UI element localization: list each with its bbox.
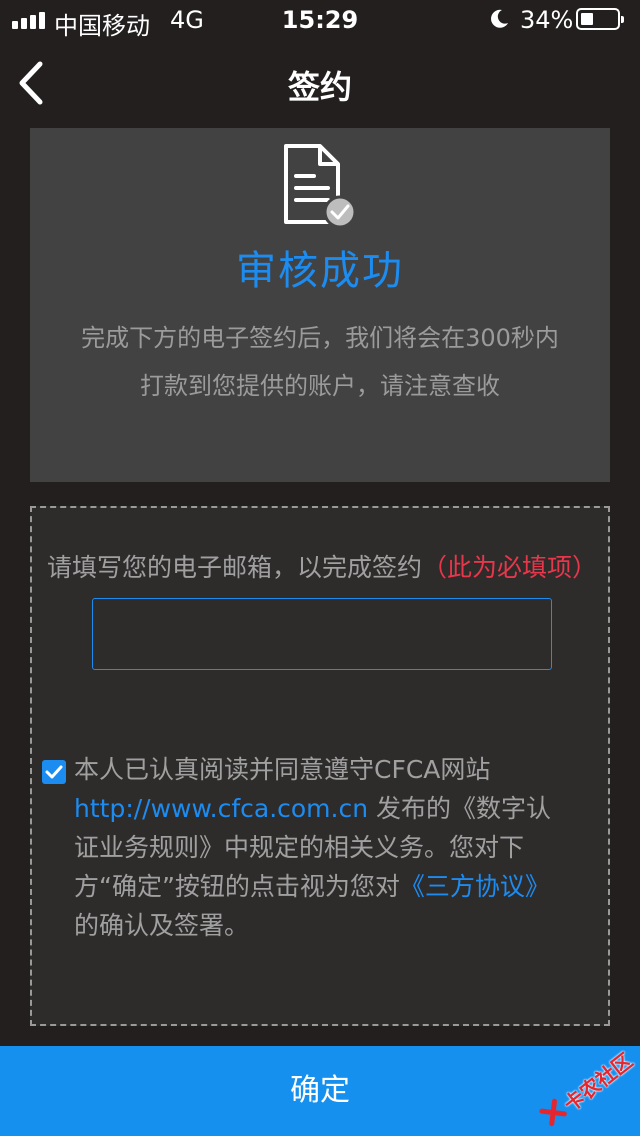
tripartite-agreement-link[interactable]: 《三方协议》 [400, 872, 550, 901]
agreement-text-part: 的确认及签署。 [74, 911, 250, 940]
nav-bar: 签约 [0, 40, 640, 128]
battery-percent: 34% [520, 6, 574, 34]
watermark-text: 卡农社区 [559, 1048, 638, 1117]
description-line: 打款到您提供的账户，请注意查收 [140, 372, 500, 400]
email-input[interactable] [92, 598, 552, 670]
document-check-icon [284, 144, 357, 229]
email-prompt-text: 请填写您的电子邮箱，以完成签约 [46, 553, 422, 582]
checkmark-icon [45, 765, 63, 779]
success-title: 审核成功 [236, 248, 404, 294]
email-form: 请填写您的电子邮箱，以完成签约（此为必填项） 本人已认真阅读并同意遵守CFCA网… [30, 506, 610, 1026]
agreement-checkbox[interactable] [42, 760, 66, 784]
page-title: 签约 [287, 68, 352, 106]
agreement-text-part: 本人已认真阅读并同意遵守CFCA网站 [74, 755, 491, 784]
required-note: （此为必填项） [422, 553, 598, 582]
status-bar: 中国移动 4G 15:29 34% [0, 0, 640, 40]
email-prompt: 请填写您的电子邮箱，以完成签约（此为必填项） [32, 548, 612, 584]
success-card: 审核成功 完成下方的电子签约后，我们将会在300秒内 打款到您提供的账户，请注意… [30, 128, 610, 482]
success-description: 完成下方的电子签约后，我们将会在300秒内 打款到您提供的账户，请注意查收 [50, 314, 590, 410]
description-line: 完成下方的电子签约后，我们将会在300秒内 [81, 324, 559, 352]
do-not-disturb-moon-icon [491, 9, 508, 28]
cfca-link[interactable]: http://www.cfca.com.cn [74, 794, 368, 823]
agreement-text: 本人已认真阅读并同意遵守CFCA网站 http://www.cfca.com.cn… [74, 750, 564, 945]
page: 中国移动 4G 15:29 34% 签约 审核成功 完成下方的电子签约后，我们将… [0, 0, 640, 1136]
battery-icon [576, 8, 624, 30]
